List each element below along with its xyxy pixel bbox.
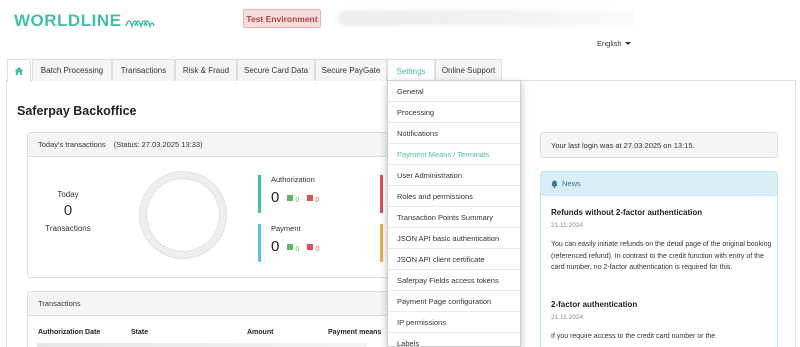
- worldline-waves-icon: [125, 20, 156, 28]
- authorization-ok-count: 0: [295, 197, 300, 204]
- menu-item-roles-permissions[interactable]: Roles and permissions: [388, 186, 520, 207]
- blurred-header-content: [337, 10, 637, 26]
- menu-item-payment-means-terminals[interactable]: Payment Means / Terminals: [388, 144, 520, 165]
- tab-secure-paygate[interactable]: Secure PayGate: [315, 59, 387, 81]
- language-selector[interactable]: English: [597, 39, 631, 48]
- tab-secure-card-data[interactable]: Secure Card Data: [237, 59, 315, 81]
- main-nav: Batch Processing Transactions Risk & Fra…: [6, 59, 796, 82]
- authorization-count: 0: [271, 189, 280, 206]
- transactions-donut-chart: [140, 172, 226, 258]
- news-item-title: Refunds without 2-factor authentication: [551, 208, 703, 217]
- payment-count: 0: [271, 238, 280, 255]
- brand-name: WORLDLINE: [14, 11, 122, 30]
- today-count: 0: [63, 202, 73, 219]
- language-label: English: [597, 39, 622, 48]
- tab-settings[interactable]: Settings: [387, 59, 435, 82]
- tab-home[interactable]: [7, 59, 31, 82]
- news-title: News: [562, 179, 581, 188]
- status-timestamp: (Status: 27.03.2025 13:33): [113, 140, 203, 149]
- news-panel: News Refunds without 2-factor authentica…: [540, 171, 778, 347]
- failure-indicator-icon: [307, 195, 314, 202]
- menu-item-processing[interactable]: Processing: [388, 102, 520, 123]
- menu-item-json-api-basic-auth[interactable]: JSON API basic authentication: [388, 228, 520, 249]
- payment-title: Payment: [271, 224, 301, 233]
- news-item-title: 2-factor authentication: [551, 300, 638, 309]
- last-login-notice: Your last login was at 27.03.2025 on 13:…: [540, 132, 778, 158]
- todays-transactions-header: Today's transactions (Status: 27.03.2025…: [28, 133, 392, 157]
- worldline-logo[interactable]: WORLDLINE: [14, 10, 156, 32]
- column-payment-means[interactable]: Payment means: [328, 329, 381, 336]
- page-title: Saferpay Backoffice: [17, 104, 137, 118]
- transactions-panel: Transactions: [27, 291, 393, 347]
- transactions-label: Transactions: [45, 224, 91, 233]
- bell-icon: [551, 180, 558, 188]
- news-item-date: 21.11.2024: [551, 314, 584, 321]
- menu-item-ip-permissions[interactable]: IP permissions: [388, 312, 520, 333]
- home-icon: [14, 67, 24, 75]
- authorization-failed-count: 0: [315, 197, 320, 204]
- menu-item-notifications[interactable]: Notifications: [388, 123, 520, 144]
- tab-transactions[interactable]: Transactions: [112, 59, 175, 81]
- column-amount[interactable]: Amount: [247, 329, 273, 336]
- settings-dropdown-menu: General Processing Notifications Payment…: [387, 80, 521, 347]
- failure-indicator-icon: [307, 244, 314, 251]
- table-row[interactable]: [37, 343, 367, 347]
- authorization-metric: Authorization 0 0 0: [258, 175, 319, 213]
- menu-item-labels[interactable]: Labels: [388, 333, 520, 347]
- success-indicator-icon: [287, 244, 294, 251]
- payment-ok-count: 0: [295, 246, 300, 253]
- column-authorization-date[interactable]: Authorization Date: [38, 329, 100, 336]
- menu-item-saferpay-fields-tokens[interactable]: Saferpay Fields access tokens: [388, 270, 520, 291]
- tab-risk-fraud[interactable]: Risk & Fraud: [175, 59, 237, 81]
- chevron-down-icon: [624, 42, 631, 45]
- authorization-title: Authorization: [271, 175, 315, 184]
- partial-metric-bar: [380, 224, 383, 262]
- menu-item-user-administration[interactable]: User Administration: [388, 165, 520, 186]
- environment-badge: Test Environment: [243, 9, 321, 28]
- news-header: News: [541, 172, 777, 196]
- transactions-header: Transactions: [28, 292, 392, 316]
- payment-metric: Payment 0 0 0: [258, 224, 319, 262]
- column-state[interactable]: State: [131, 329, 148, 336]
- menu-item-json-api-client-certificate[interactable]: JSON API client certificate: [388, 249, 520, 270]
- tab-batch-processing[interactable]: Batch Processing: [32, 59, 112, 81]
- news-item-date: 21.11.2024: [551, 222, 584, 229]
- news-item-text: You can easily initiate refunds on the d…: [551, 241, 772, 271]
- partial-metric-bar: [380, 175, 383, 213]
- today-label: Today: [57, 190, 79, 199]
- tab-online-support[interactable]: Online Support: [435, 59, 502, 81]
- todays-transactions-title: Today's transactions: [38, 140, 106, 149]
- menu-item-transaction-points-summary[interactable]: Transaction Points Summary: [388, 207, 520, 228]
- menu-item-general[interactable]: General: [388, 81, 520, 102]
- menu-item-payment-page-configuration[interactable]: Payment Page configuration: [388, 291, 520, 312]
- payment-failed-count: 0: [315, 246, 320, 253]
- news-item-text: If you require access to the credit card…: [551, 333, 716, 340]
- success-indicator-icon: [287, 195, 294, 202]
